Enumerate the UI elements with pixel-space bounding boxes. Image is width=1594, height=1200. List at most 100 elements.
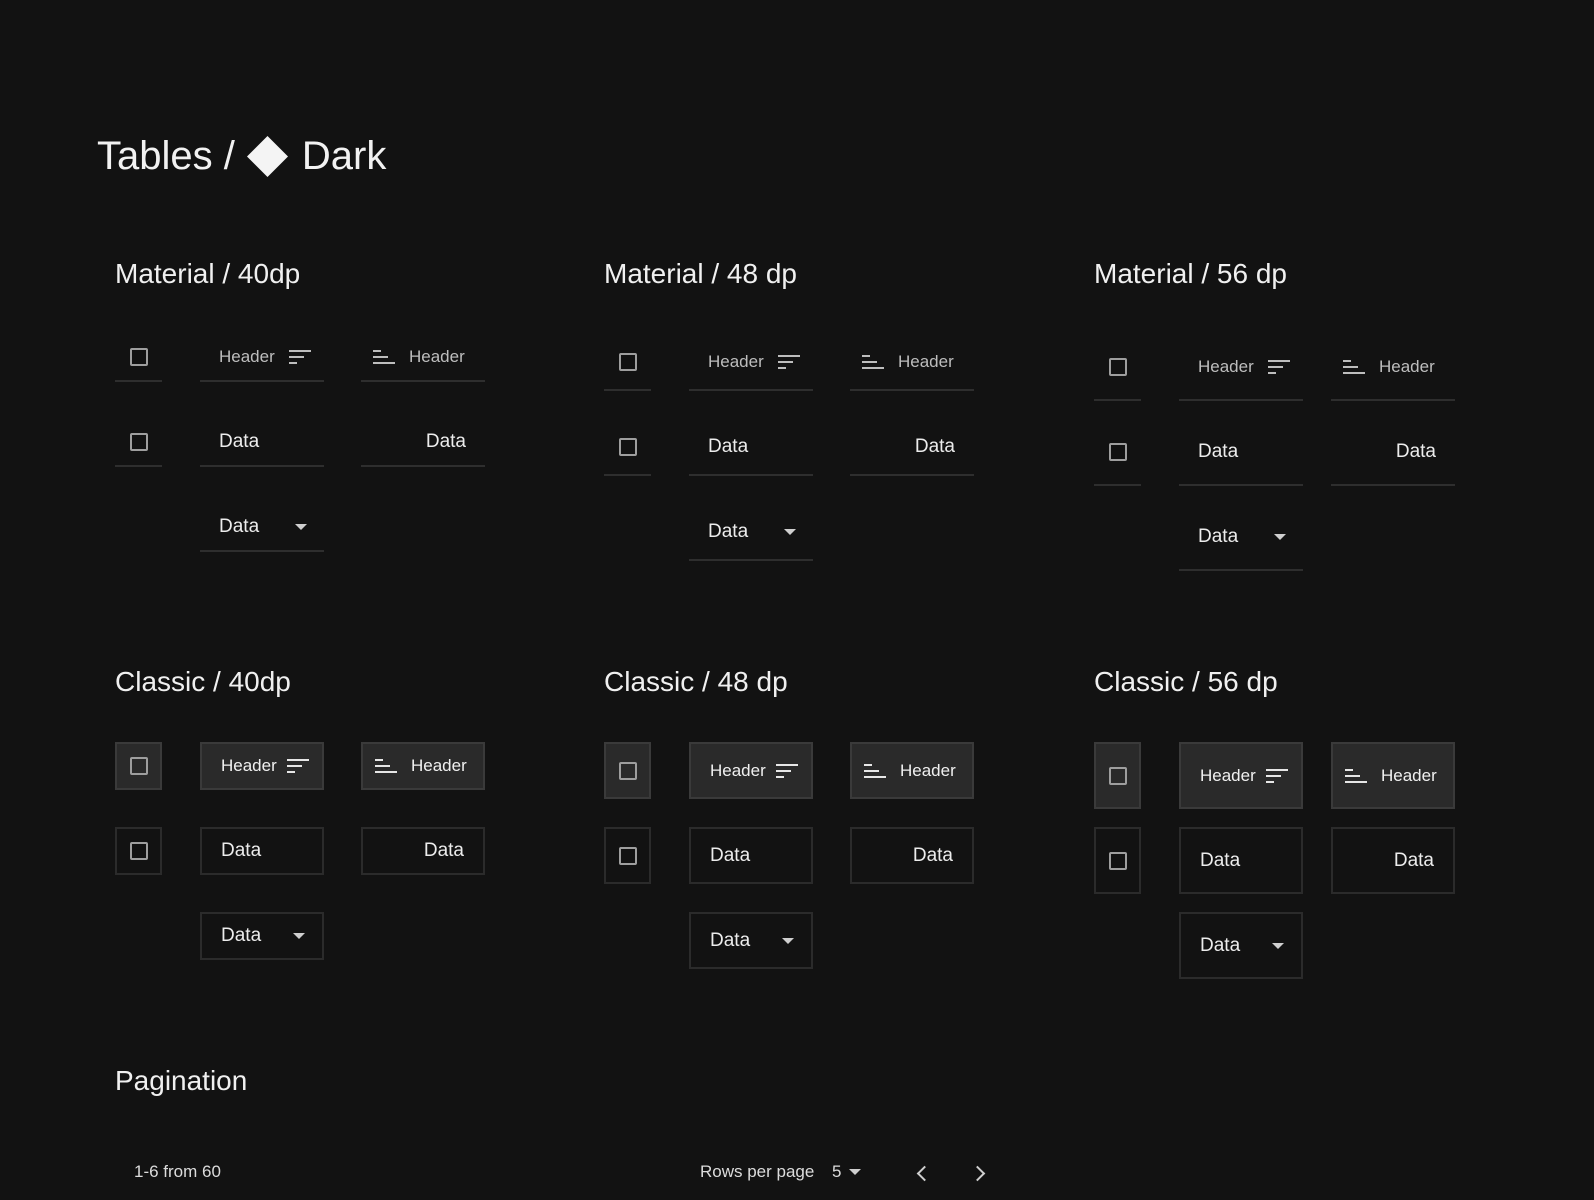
header-label: Header [219, 347, 275, 366]
header-label: Header [1379, 356, 1435, 376]
sort-ascending-icon[interactable] [1343, 359, 1365, 374]
checkbox-icon[interactable] [1108, 766, 1127, 785]
header-cell-sort-left[interactable]: Header [1331, 334, 1455, 401]
header-cell-sort-right[interactable]: Header [200, 742, 324, 790]
sort-descending-icon[interactable] [287, 759, 309, 773]
data-label: Data [708, 435, 749, 457]
row-checkbox-cell[interactable] [604, 419, 651, 476]
section-material-40: Material / 40dp Header Header Data Data … [115, 256, 515, 576]
section-material-56: Material / 56 dp Header Header Data Data… [1094, 256, 1494, 586]
section-title: Material / 56 dp [1094, 258, 1287, 289]
row-checkbox-cell[interactable] [115, 827, 162, 875]
checkbox-icon[interactable] [1108, 357, 1127, 376]
caret-down-icon[interactable] [849, 1169, 862, 1175]
data-label: Data [1200, 934, 1241, 956]
sort-ascending-icon[interactable] [864, 763, 886, 778]
data-cell-dropdown[interactable]: Data [1179, 504, 1303, 571]
section-title: Classic / 56 dp [1094, 666, 1278, 697]
data-cell-right: Data [850, 827, 974, 884]
data-cell-dropdown[interactable]: Data [689, 912, 813, 969]
checkbox-icon[interactable] [618, 437, 637, 456]
header-checkbox-cell[interactable] [115, 742, 162, 790]
data-cell-left: Data [689, 419, 813, 476]
header-label: Header [898, 351, 954, 371]
checkbox-icon[interactable] [1108, 442, 1127, 461]
header-cell-sort-right[interactable]: Header [1179, 742, 1303, 809]
caret-down-icon[interactable] [1272, 942, 1284, 949]
data-label: Data [221, 840, 262, 861]
caret-down-icon[interactable] [784, 528, 796, 535]
row-checkbox-cell[interactable] [604, 827, 651, 884]
data-cell-dropdown[interactable]: Data [200, 912, 324, 960]
header-cell-sort-left[interactable]: Header [361, 742, 485, 790]
header-cell-sort-right[interactable]: Header [689, 742, 813, 799]
rows-per-page-label: Rows per page [700, 1162, 815, 1181]
data-cell-dropdown[interactable]: Data [1179, 912, 1303, 979]
sort-descending-icon[interactable] [778, 354, 800, 369]
header-checkbox-cell[interactable] [1094, 334, 1141, 401]
data-label: Data [425, 431, 466, 452]
sort-descending-icon[interactable] [1268, 359, 1290, 374]
data-cell-dropdown[interactable]: Data [200, 504, 324, 552]
header-label: Header [708, 351, 764, 371]
caret-down-icon[interactable] [293, 933, 305, 939]
data-label: Data [914, 435, 955, 457]
sort-ascending-icon[interactable] [373, 350, 395, 364]
data-label: Data [1198, 525, 1239, 547]
header-label: Header [1200, 765, 1256, 785]
page-title-prefix: Tables / [97, 133, 235, 178]
header-cell-sort-left[interactable]: Header [1331, 742, 1455, 809]
section-classic-48: Classic / 48 dp Header Header Data Data … [604, 664, 1004, 984]
header-label: Header [1198, 356, 1254, 376]
sort-ascending-icon[interactable] [862, 354, 884, 369]
header-checkbox-cell[interactable] [115, 334, 162, 382]
sort-descending-icon[interactable] [1266, 768, 1288, 783]
rows-per-page-select[interactable]: 5 [832, 1162, 862, 1182]
data-label: Data [1395, 440, 1436, 462]
row-checkbox-cell[interactable] [115, 419, 162, 467]
sort-descending-icon[interactable] [776, 763, 798, 778]
caret-down-icon[interactable] [295, 524, 307, 530]
header-label: Header [411, 756, 467, 775]
checkbox-icon[interactable] [618, 846, 637, 865]
header-cell-sort-right[interactable]: Header [200, 334, 324, 382]
caret-down-icon[interactable] [782, 937, 794, 944]
caret-down-icon[interactable] [1274, 533, 1286, 540]
header-label: Header [710, 760, 766, 780]
header-cell-sort-left[interactable]: Header [361, 334, 485, 382]
chevron-left-icon[interactable] [916, 1165, 933, 1182]
header-label: Header [900, 760, 956, 780]
pagination-range: 1-6 from 60 [134, 1162, 221, 1181]
sort-descending-icon[interactable] [289, 350, 311, 364]
header-cell-sort-right[interactable]: Header [689, 334, 813, 391]
page-title-suffix: Dark [301, 133, 387, 178]
chevron-right-icon[interactable] [969, 1165, 986, 1182]
data-cell-dropdown[interactable]: Data [689, 504, 813, 561]
data-cell-left: Data [1179, 419, 1303, 486]
header-checkbox-cell[interactable] [1094, 742, 1141, 809]
checkbox-icon[interactable] [618, 761, 637, 780]
checkbox-icon[interactable] [618, 352, 637, 371]
checkbox-icon[interactable] [1108, 851, 1127, 870]
rows-per-page-value: 5 [832, 1162, 842, 1181]
checkbox-icon[interactable] [129, 757, 148, 775]
row-checkbox-cell[interactable] [1094, 827, 1141, 894]
checkbox-icon[interactable] [129, 433, 148, 451]
data-cell-left: Data [1179, 827, 1303, 894]
header-cell-sort-left[interactable]: Header [850, 742, 974, 799]
data-cell-left: Data [200, 827, 324, 875]
data-cell-right: Data [850, 419, 974, 476]
section-title: Classic / 48 dp [604, 666, 788, 697]
header-cell-sort-left[interactable]: Header [850, 334, 974, 391]
header-checkbox-cell[interactable] [604, 334, 651, 391]
header-checkbox-cell[interactable] [604, 742, 651, 799]
sort-ascending-icon[interactable] [1345, 768, 1367, 783]
row-checkbox-cell[interactable] [1094, 419, 1141, 486]
header-cell-sort-right[interactable]: Header [1179, 334, 1303, 401]
data-label: Data [219, 516, 260, 537]
header-label: Header [1381, 765, 1437, 785]
checkbox-icon[interactable] [129, 348, 148, 366]
section-title: Pagination [115, 1065, 248, 1096]
sort-ascending-icon[interactable] [375, 759, 397, 773]
checkbox-icon[interactable] [129, 842, 148, 860]
